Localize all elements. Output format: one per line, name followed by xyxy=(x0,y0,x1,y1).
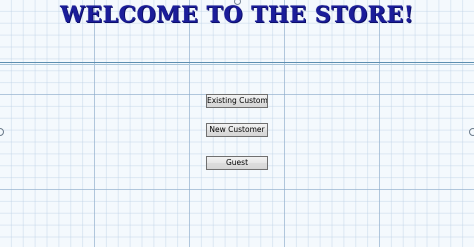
page-title: Welcome to the Store! xyxy=(60,2,414,28)
new-customer-button[interactable]: New Customer xyxy=(206,123,268,137)
resize-handle-left[interactable] xyxy=(0,128,4,136)
design-surface: Welcome to the Store! Existing Customer … xyxy=(0,0,474,247)
snap-guide-line xyxy=(0,62,474,63)
guest-button[interactable]: Guest xyxy=(206,156,268,170)
snap-guide-line-secondary xyxy=(0,64,474,65)
resize-handle-right[interactable] xyxy=(469,128,474,136)
existing-customer-button[interactable]: Existing Customer xyxy=(206,94,268,108)
